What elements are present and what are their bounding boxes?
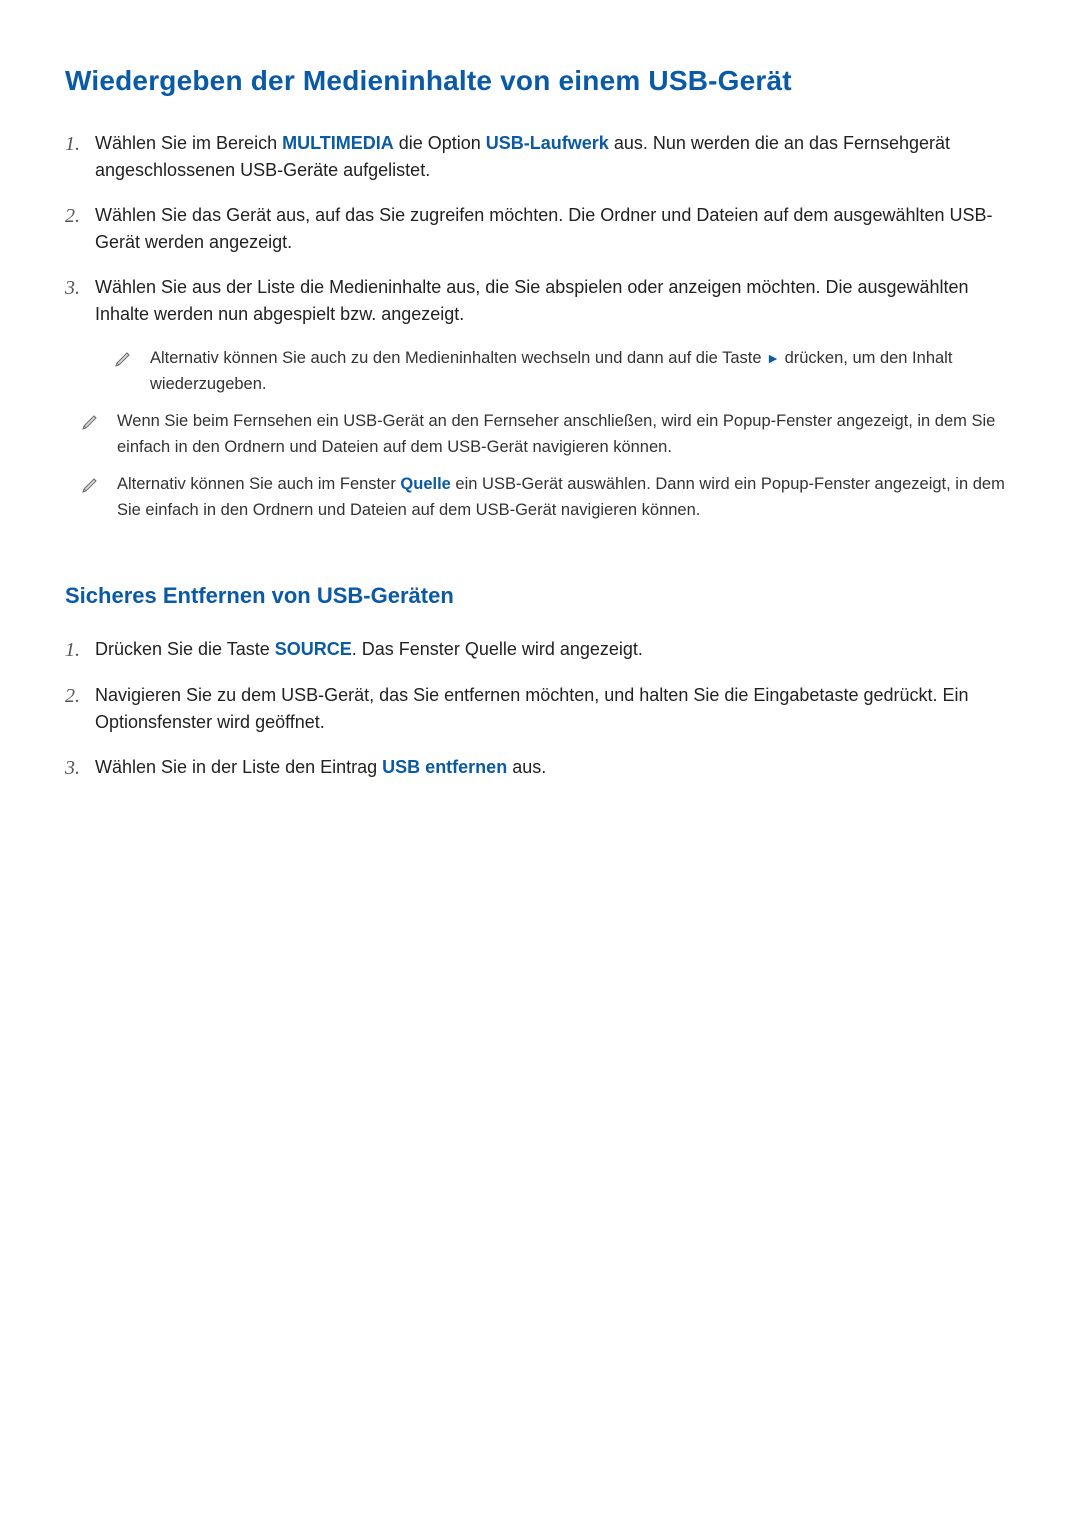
- text: . Das Fenster Quelle wird angezeigt.: [352, 639, 643, 659]
- section-title: Sicheres Entfernen von USB-Geräten: [65, 579, 1020, 612]
- step-number: 2.: [65, 202, 95, 230]
- step-body: Wählen Sie das Gerät aus, auf das Sie zu…: [95, 202, 1020, 256]
- step-body: Navigieren Sie zu dem USB-Gerät, das Sie…: [95, 682, 1020, 736]
- keyword-usb-entfernen: USB entfernen: [382, 757, 507, 777]
- step-2: 2. Wählen Sie das Gerät aus, auf das Sie…: [65, 202, 1020, 256]
- pencil-icon: [82, 472, 117, 493]
- step-number: 2.: [65, 682, 95, 710]
- note-body: Alternativ können Sie auch im Fenster Qu…: [117, 472, 1020, 523]
- document-page: Wiedergeben der Medieninhalte von einem …: [0, 0, 1080, 1527]
- note-1: Wenn Sie beim Fernsehen ein USB-Gerät an…: [65, 409, 1020, 460]
- text: Alternativ können Sie auch zu den Medien…: [150, 349, 766, 367]
- step-number: 3.: [65, 754, 95, 782]
- step-2: 2. Navigieren Sie zu dem USB-Gerät, das …: [65, 682, 1020, 736]
- pencil-icon: [82, 409, 117, 430]
- text: Wählen Sie im Bereich: [95, 133, 282, 153]
- step-body: Wählen Sie im Bereich MULTIMEDIA die Opt…: [95, 130, 1020, 184]
- text: aus.: [507, 757, 546, 777]
- note-body: Wenn Sie beim Fernsehen ein USB-Gerät an…: [117, 409, 1020, 460]
- step-3: 3. Wählen Sie in der Liste den Eintrag U…: [65, 754, 1020, 782]
- steps-list-1: 1. Wählen Sie im Bereich MULTIMEDIA die …: [65, 130, 1020, 328]
- step-1: 1. Drücken Sie die Taste SOURCE. Das Fen…: [65, 636, 1020, 664]
- note-subnote: Alternativ können Sie auch zu den Medien…: [65, 346, 1020, 397]
- keyword-multimedia: MULTIMEDIA: [282, 133, 394, 153]
- step-number: 1.: [65, 130, 95, 158]
- step-body: Wählen Sie in der Liste den Eintrag USB …: [95, 754, 1020, 781]
- text: Wählen Sie in der Liste den Eintrag: [95, 757, 382, 777]
- text: Drücken Sie die Taste: [95, 639, 275, 659]
- note-body: Alternativ können Sie auch zu den Medien…: [150, 346, 1020, 397]
- step-1: 1. Wählen Sie im Bereich MULTIMEDIA die …: [65, 130, 1020, 184]
- steps-list-2: 1. Drücken Sie die Taste SOURCE. Das Fen…: [65, 636, 1020, 782]
- pencil-icon: [115, 346, 150, 367]
- step-body: Drücken Sie die Taste SOURCE. Das Fenste…: [95, 636, 1020, 663]
- keyword-usb-laufwerk: USB-Laufwerk: [486, 133, 609, 153]
- text: die Option: [394, 133, 486, 153]
- keyword-quelle: Quelle: [400, 475, 450, 493]
- note-2: Alternativ können Sie auch im Fenster Qu…: [65, 472, 1020, 523]
- step-3: 3. Wählen Sie aus der Liste die Medienin…: [65, 274, 1020, 328]
- step-number: 3.: [65, 274, 95, 302]
- text: Alternativ können Sie auch im Fenster: [117, 475, 400, 493]
- step-number: 1.: [65, 636, 95, 664]
- step-body: Wählen Sie aus der Liste die Medieninhal…: [95, 274, 1020, 328]
- keyword-source: SOURCE: [275, 639, 352, 659]
- page-title: Wiedergeben der Medieninhalte von einem …: [65, 60, 1020, 102]
- play-icon: ►: [766, 350, 780, 366]
